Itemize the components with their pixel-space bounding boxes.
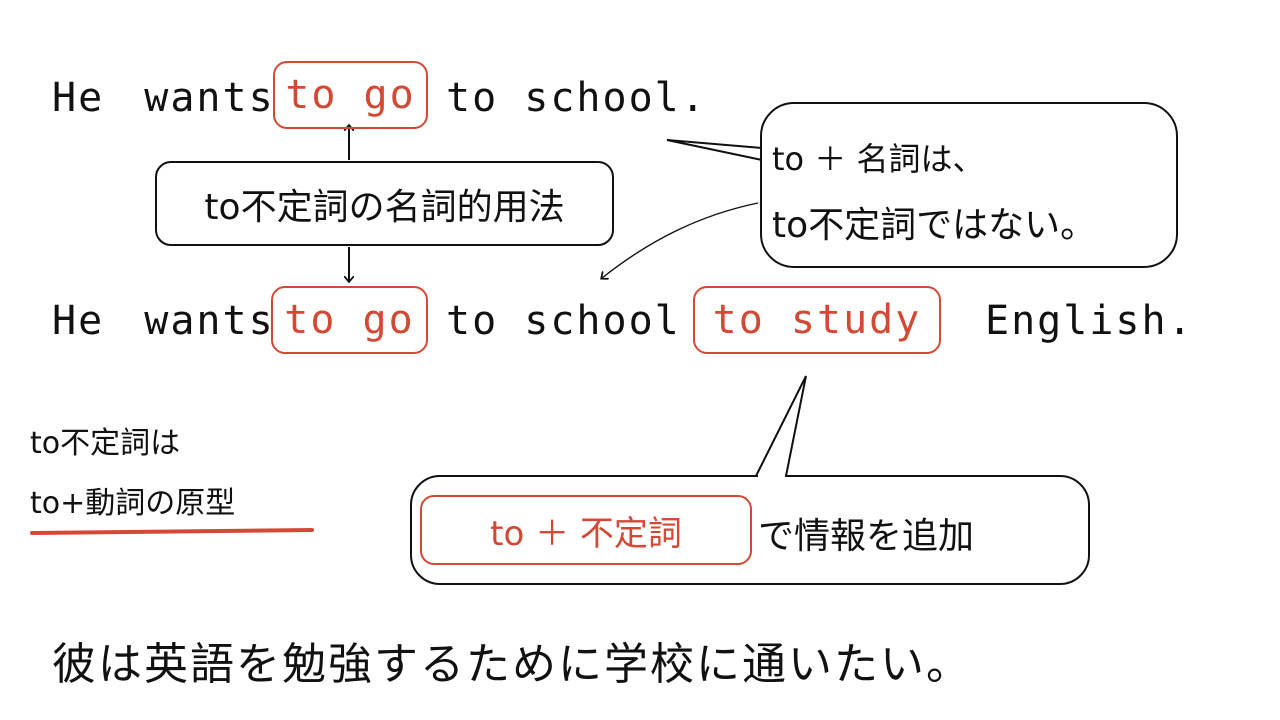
sentence2-highlight1: to go [284, 297, 415, 343]
sentence2-end: English. [985, 298, 1194, 344]
info-bubble-tail-join [758, 474, 785, 479]
info-highlight-box: to ＋ 不定詞 [420, 495, 752, 565]
sentence1-subject: He [52, 75, 105, 121]
info-bubble-tail [755, 375, 807, 477]
sentence1-rest: to school. [446, 75, 707, 121]
sentence2-subject: He [52, 298, 105, 344]
sentence2-highlight2-box: to study [693, 286, 941, 354]
sentence1-highlight: to go [285, 72, 416, 118]
sentence-2: He wants [52, 301, 275, 341]
definition-underline [30, 528, 314, 535]
sentence1-highlight-box: to go [273, 61, 428, 129]
definition-line-2: to+動詞の原型 [30, 486, 236, 521]
note-line-1: to ＋ 名詞は、 [772, 140, 985, 178]
note-bubble-tail [666, 139, 763, 161]
sentence2-highlight1-box: to go [271, 286, 428, 354]
info-bubble: to ＋ 不定詞 で情報を追加 [410, 475, 1090, 585]
info-text: で情報を追加 [758, 516, 975, 557]
note-line-2: to不定詞ではない。 [772, 205, 1097, 246]
usage-label-box: to不定詞の名詞的用法 [155, 161, 614, 246]
sentence2-highlight2: to study [712, 297, 922, 343]
note-bubble: to ＋ 名詞は、 to不定詞ではない。 [760, 102, 1178, 268]
usage-label-text: to不定詞の名詞的用法 [204, 186, 565, 228]
sentence2-middle: to school [446, 298, 681, 344]
definition-line-1: to不定詞は [30, 426, 181, 461]
sentence1-verb: wants [144, 75, 275, 121]
sentence2-verb: wants [144, 298, 275, 344]
curved-arrow-to-school [602, 202, 759, 278]
japanese-translation: 彼は英語を勉強するために学校に通いたい。 [52, 639, 972, 690]
sentence-1: He wants [52, 78, 275, 118]
info-highlight: to ＋ 不定詞 [490, 513, 682, 554]
